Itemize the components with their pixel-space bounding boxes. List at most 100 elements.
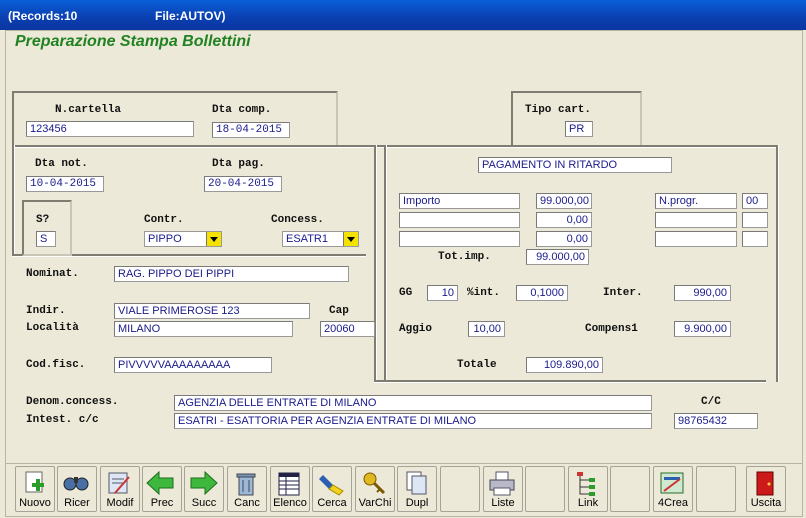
nominat-label: Nominat. xyxy=(26,268,79,280)
prec-button[interactable]: Prec xyxy=(142,466,182,512)
modif-button[interactable]: Modif xyxy=(100,466,140,512)
prog-label-1[interactable]: N.progr. xyxy=(655,193,737,209)
empty-button-2[interactable] xyxy=(525,466,565,512)
tot-imp-label: Tot.imp. xyxy=(438,251,491,263)
pint-field[interactable]: 0,1000 xyxy=(516,285,568,301)
contr-value: PIPPO xyxy=(148,233,182,245)
imp-label-1[interactable]: Importo xyxy=(399,193,520,209)
indir-field[interactable]: VIALE PRIMEROSE 123 xyxy=(114,303,310,319)
totale-field[interactable]: 109.890,00 xyxy=(526,357,603,373)
dta-comp-label: Dta comp. xyxy=(212,104,272,116)
link-label: Link xyxy=(577,497,599,509)
dta-comp-field[interactable]: 18-04-2015 xyxy=(212,122,290,138)
n-cartella-field[interactable]: 123456 xyxy=(26,121,194,137)
prog-label-3[interactable] xyxy=(655,231,737,247)
compens-field[interactable]: 9.900,00 xyxy=(674,321,731,337)
totale-label: Totale xyxy=(457,359,497,371)
elenco-button[interactable]: Elenco xyxy=(270,466,310,512)
prog-value-3[interactable] xyxy=(742,231,768,247)
empty-button-4[interactable] xyxy=(696,466,736,512)
compens-label: Compens1 xyxy=(585,323,638,335)
imp-label-3[interactable] xyxy=(399,231,520,247)
divider-top xyxy=(12,145,776,148)
nuovo-label: Nuovo xyxy=(19,497,51,509)
cod-fisc-field[interactable]: PIVVVVVAAAAAAAAA xyxy=(114,357,272,373)
chevron-down-icon[interactable] xyxy=(206,232,221,246)
canc-button[interactable]: Canc xyxy=(227,466,267,512)
divider-mid2 xyxy=(384,145,387,380)
prog-label-2[interactable] xyxy=(655,212,737,228)
liste-button[interactable]: Liste xyxy=(483,466,523,512)
tipo-cart-label: Tipo cart. xyxy=(525,104,592,116)
cartella-group xyxy=(12,91,338,147)
cerca-label: Cerca xyxy=(317,497,347,509)
prec-label: Prec xyxy=(150,497,174,509)
tree-link-icon xyxy=(577,472,595,496)
divider-bottom xyxy=(374,380,766,383)
prog-value-2[interactable] xyxy=(742,212,768,228)
elenco-label: Elenco xyxy=(273,497,307,509)
imp-value-3[interactable]: 0,00 xyxy=(536,231,592,247)
concess-select[interactable]: ESATR1 xyxy=(282,231,359,247)
tipo-cart-group xyxy=(511,91,642,147)
denom-field[interactable]: AGENZIA DELLE ENTRATE DI MILANO xyxy=(174,395,652,411)
dta-pag-field[interactable]: 20-04-2015 xyxy=(204,176,282,192)
cap-field[interactable]: 20060 xyxy=(320,321,375,337)
chevron-down-icon[interactable] xyxy=(343,232,358,246)
binoculars-icon xyxy=(63,477,89,491)
localita-field[interactable]: MILANO xyxy=(114,321,293,337)
succ-button[interactable]: Succ xyxy=(184,466,224,512)
dta-pag-label: Dta pag. xyxy=(212,158,265,170)
dupl-button[interactable]: Dupl xyxy=(397,466,437,512)
empty-button-1[interactable] xyxy=(440,466,480,512)
cap-label: Cap xyxy=(329,305,349,317)
file-name: File:AUTOV) xyxy=(155,9,226,23)
key-icon xyxy=(363,472,386,495)
divider-left xyxy=(12,145,15,255)
records-count: (Records:10 xyxy=(8,9,78,23)
list-table-icon xyxy=(278,472,300,496)
s-group xyxy=(22,200,72,256)
crea-button[interactable]: 4Crea xyxy=(653,466,693,512)
aggio-field[interactable]: 10,00 xyxy=(468,321,505,337)
imp-value-2[interactable]: 0,00 xyxy=(536,212,592,228)
imp-label-2[interactable] xyxy=(399,212,520,228)
dta-not-label: Dta not. xyxy=(35,158,88,170)
contr-label: Contr. xyxy=(144,214,184,226)
prog-value-1[interactable]: 00 xyxy=(742,193,768,209)
succ-label: Succ xyxy=(191,497,217,509)
nuovo-button[interactable]: Nuovo xyxy=(15,466,55,512)
modif-label: Modif xyxy=(106,497,134,509)
tot-imp-field[interactable]: 99.000,00 xyxy=(526,249,589,265)
divider-mid xyxy=(374,145,377,382)
dupl-label: Dupl xyxy=(405,497,429,509)
empty-button-3[interactable] xyxy=(610,466,650,512)
gg-label: GG xyxy=(399,287,413,299)
concess-label: Concess. xyxy=(271,214,324,226)
inter-field[interactable]: 990,00 xyxy=(674,285,731,301)
concess-value: ESATR1 xyxy=(286,233,328,245)
ricer-button[interactable]: Ricer xyxy=(57,466,97,512)
s-field[interactable]: S xyxy=(36,231,56,247)
uscita-button[interactable]: Uscita xyxy=(746,466,786,512)
edit-document-icon xyxy=(108,472,130,494)
link-button[interactable]: Link xyxy=(568,466,608,512)
tipo-cart-field[interactable]: PR xyxy=(565,121,593,137)
cerca-button[interactable]: Cerca xyxy=(312,466,352,512)
imp-value-1[interactable]: 99.000,00 xyxy=(536,193,592,209)
divider-right xyxy=(776,145,779,382)
new-document-icon xyxy=(25,471,44,493)
descrizione-field[interactable]: PAGAMENTO IN RITARDO xyxy=(478,157,672,173)
uscita-label: Uscita xyxy=(750,497,782,509)
nominat-field[interactable]: RAG. PIPPO DEI PIPPI xyxy=(114,266,349,282)
varchi-button[interactable]: VarChi xyxy=(355,466,395,512)
pint-label: %int. xyxy=(467,287,501,299)
contr-select[interactable]: PIPPO xyxy=(144,231,222,247)
dta-not-field[interactable]: 10-04-2015 xyxy=(26,176,104,192)
intest-label: Intest. c/c xyxy=(26,414,99,426)
gg-field[interactable]: 10 xyxy=(427,285,458,301)
cc-field[interactable]: 98765432 xyxy=(674,413,758,429)
intest-field[interactable]: ESATRI - ESATTORIA PER AGENZIA ENTRATE D… xyxy=(174,413,652,429)
form-builder-icon xyxy=(660,472,684,494)
localita-label: Località xyxy=(26,322,79,334)
